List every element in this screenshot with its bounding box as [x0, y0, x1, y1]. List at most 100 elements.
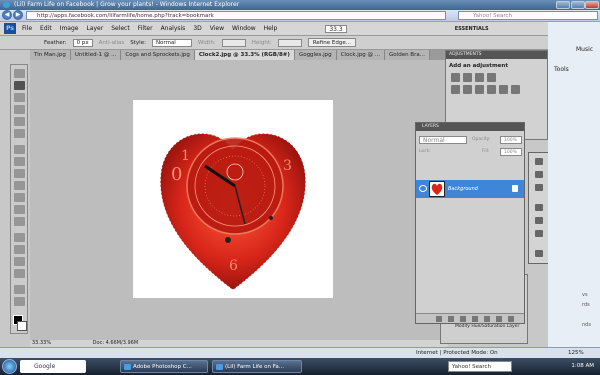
- width-label: Width:: [197, 39, 216, 46]
- photoshop-icon: [124, 364, 131, 370]
- google-toolbar[interactable]: Google: [20, 360, 86, 373]
- background-color-swatch[interactable]: [17, 321, 27, 331]
- type-tool-icon[interactable]: [14, 245, 25, 254]
- eraser-tool-icon[interactable]: [14, 193, 25, 202]
- style-select[interactable]: Normal: [151, 38, 192, 47]
- curves-icon[interactable]: [475, 73, 484, 82]
- photoshop-window: Ps File Edit Image Layer Select Filter A…: [0, 22, 580, 347]
- adjustments-header[interactable]: ADJUSTMENTS: [446, 51, 547, 59]
- yahoo-search-input[interactable]: Yahoo! Search: [458, 11, 598, 20]
- style-label: Style:: [130, 39, 146, 46]
- yahoo-taskbar-search[interactable]: Yahoo! Search: [448, 361, 512, 372]
- link-layers-icon[interactable]: [436, 316, 442, 322]
- ps-menu-bar: Ps File Edit Image Layer Select Filter A…: [0, 22, 548, 36]
- tab-golden[interactable]: Golden Bra...: [385, 50, 430, 60]
- document-tabs: Tin Man.jpg Untitled-1 @ ... Cogs and Sp…: [30, 50, 448, 60]
- tab-clock2[interactable]: Clock2.jpg @ 33.3% (RGB/8#): [194, 50, 295, 60]
- history-brush-tool-icon[interactable]: [14, 181, 25, 190]
- lasso-tool-icon[interactable]: [14, 93, 25, 102]
- taskbar-ie[interactable]: (Lil) Farm Life on Fa...: [212, 360, 302, 373]
- dodge-tool-icon[interactable]: [14, 217, 25, 226]
- tab-tin-man[interactable]: Tin Man.jpg: [30, 50, 71, 60]
- color-balance-icon[interactable]: [475, 85, 484, 94]
- tab-clock[interactable]: Clock.jpg @ ...: [336, 50, 386, 60]
- adjustment-layer-icon[interactable]: [472, 316, 478, 322]
- tab-untitled[interactable]: Untitled-1 @ ...: [70, 50, 122, 60]
- hue-saturation-icon[interactable]: [463, 85, 472, 94]
- menu-filter[interactable]: Filter: [138, 25, 153, 32]
- new-layer-icon[interactable]: [496, 316, 502, 322]
- forward-arrow-icon[interactable]: ▶: [13, 10, 23, 20]
- fill-input[interactable]: 100%: [500, 148, 522, 156]
- menu-window[interactable]: Window: [232, 25, 256, 32]
- layers-header[interactable]: LAYERS: [416, 123, 524, 131]
- width-input[interactable]: [221, 38, 246, 47]
- gradient-tool-icon[interactable]: [14, 205, 25, 214]
- document-canvas[interactable]: 0 1 3 6: [133, 100, 333, 298]
- zoom-tool-icon[interactable]: [14, 297, 25, 306]
- tab-goggles[interactable]: Goggles.jpg: [294, 50, 337, 60]
- crop-tool-icon[interactable]: [14, 117, 25, 126]
- height-input[interactable]: [277, 38, 302, 47]
- photo-filter-icon[interactable]: [499, 85, 508, 94]
- tools-panel: [10, 64, 28, 334]
- layer-thumbnail: [429, 181, 445, 197]
- start-button[interactable]: [2, 359, 17, 374]
- opacity-label: Opacity:: [472, 137, 491, 142]
- healing-tool-icon[interactable]: [14, 145, 25, 154]
- move-tool-icon[interactable]: [14, 69, 25, 78]
- refine-edge-button[interactable]: Refine Edge...: [307, 38, 356, 47]
- maximize-button[interactable]: [571, 1, 585, 9]
- history-item[interactable]: Modify Hue/Saturation Layer: [455, 324, 519, 329]
- taskbar-photoshop[interactable]: Adobe Photoshop C...: [120, 360, 208, 373]
- close-button[interactable]: [585, 1, 599, 9]
- black-white-icon[interactable]: [487, 85, 496, 94]
- address-input[interactable]: http://apps.facebook.com/lilfarmlife/hom…: [26, 11, 446, 20]
- heart-clock-image: 0 1 3 6: [159, 133, 307, 291]
- visibility-eye-icon[interactable]: [419, 185, 427, 192]
- menu-image[interactable]: Image: [60, 25, 79, 32]
- back-arrow-icon[interactable]: ◀: [2, 10, 12, 20]
- levels-icon[interactable]: [463, 73, 472, 82]
- quick-select-tool-icon[interactable]: [14, 105, 25, 114]
- menu-layer[interactable]: Layer: [86, 25, 103, 32]
- zoom-level[interactable]: 125%: [568, 348, 584, 358]
- blend-mode-select[interactable]: Normal: [419, 136, 467, 144]
- tools-menu[interactable]: Tools: [554, 66, 569, 73]
- anti-alias-checkbox[interactable]: Anti-alias: [99, 40, 125, 46]
- hand-tool-icon[interactable]: [14, 285, 25, 294]
- layer-row-background[interactable]: Background: [416, 180, 524, 198]
- vibrance-icon[interactable]: [451, 85, 460, 94]
- opacity-input[interactable]: 100%: [500, 136, 522, 144]
- fx-icon[interactable]: [448, 316, 454, 322]
- mask-icon[interactable]: [460, 316, 466, 322]
- tab-cogs[interactable]: Cogs and Sprockets.jpg: [121, 50, 195, 60]
- channel-mixer-icon[interactable]: [511, 85, 520, 94]
- clone-stamp-tool-icon[interactable]: [14, 169, 25, 178]
- group-icon[interactable]: [484, 316, 490, 322]
- menu-help[interactable]: Help: [264, 25, 278, 32]
- zoom-level-field[interactable]: 33.3: [325, 24, 347, 33]
- workspace-switcher[interactable]: ESSENTIALS: [455, 26, 489, 32]
- brightness-icon[interactable]: [451, 73, 460, 82]
- page-fragment: vs: [582, 292, 588, 298]
- minimize-button[interactable]: [556, 1, 570, 9]
- trash-icon[interactable]: [508, 316, 514, 322]
- music-link[interactable]: Music: [576, 46, 593, 53]
- menu-view[interactable]: View: [210, 25, 224, 32]
- exposure-icon[interactable]: [487, 73, 496, 82]
- feather-input[interactable]: 0 px: [72, 38, 93, 47]
- pen-tool-icon[interactable]: [14, 233, 25, 242]
- menu-file[interactable]: File: [22, 25, 32, 32]
- options-bar: Feather: 0 px Anti-alias Style: Normal W…: [0, 36, 548, 50]
- brush-tool-icon[interactable]: [14, 157, 25, 166]
- shape-tool-icon[interactable]: [14, 269, 25, 278]
- eyedropper-tool-icon[interactable]: [14, 129, 25, 138]
- menu-edit[interactable]: Edit: [40, 25, 52, 32]
- menu-select[interactable]: Select: [111, 25, 130, 32]
- marquee-tool-icon[interactable]: [14, 81, 25, 90]
- path-select-tool-icon[interactable]: [14, 257, 25, 266]
- menu-analysis[interactable]: Analysis: [161, 25, 186, 32]
- menu-3d[interactable]: 3D: [193, 25, 201, 32]
- styles-icon: [535, 184, 543, 191]
